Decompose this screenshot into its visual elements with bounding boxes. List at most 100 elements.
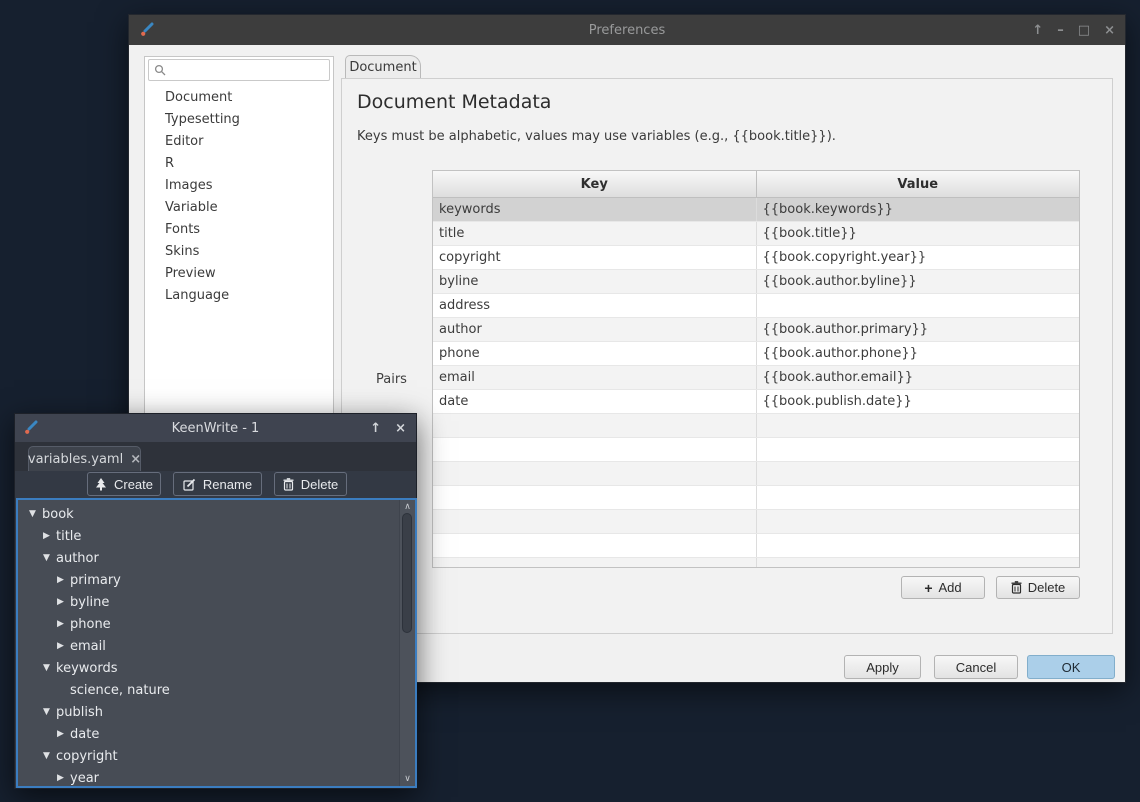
value-cell[interactable] [757, 294, 1080, 317]
table-row-empty[interactable] [433, 414, 1079, 438]
chevron-expanded-icon[interactable]: ▼ [43, 553, 56, 563]
table-row-email[interactable]: email{{book.author.email}} [433, 366, 1079, 390]
chevron-expanded-icon[interactable]: ▼ [43, 751, 56, 761]
close-icon[interactable]: × [395, 421, 406, 436]
key-cell[interactable]: copyright [433, 246, 757, 269]
maximize-icon[interactable]: □ [1078, 24, 1090, 37]
table-row-address[interactable]: address [433, 294, 1079, 318]
value-cell[interactable]: {{book.author.primary}} [757, 318, 1080, 341]
value-cell[interactable]: {{book.author.email}} [757, 366, 1080, 389]
table-row-empty[interactable] [433, 438, 1079, 462]
tree-item-email[interactable]: ▶email [18, 635, 399, 657]
tab-variables-yaml[interactable]: variables.yaml × [28, 446, 141, 471]
key-cell[interactable]: date [433, 390, 757, 413]
rename-button[interactable]: Rename [173, 472, 262, 496]
sidebar-item-language[interactable]: Language [145, 285, 333, 307]
cancel-button[interactable]: Cancel [934, 655, 1018, 679]
value-cell[interactable]: {{book.author.phone}} [757, 342, 1080, 365]
close-icon[interactable]: × [1104, 24, 1115, 37]
sidebar-item-editor[interactable]: Editor [145, 131, 333, 153]
keenwrite-titlebar[interactable]: KeenWrite - 1 ↑ × [15, 414, 416, 442]
scroll-down-icon[interactable]: ∨ [400, 774, 415, 784]
table-row-author[interactable]: author{{book.author.primary}} [433, 318, 1079, 342]
key-cell[interactable] [433, 438, 757, 461]
tree-item-title[interactable]: ▶title [18, 525, 399, 547]
tree-item-byline[interactable]: ▶byline [18, 591, 399, 613]
chevron-collapsed-icon[interactable]: ▶ [57, 597, 70, 607]
value-cell[interactable] [757, 534, 1080, 557]
table-row-empty[interactable] [433, 486, 1079, 510]
chevron-collapsed-icon[interactable]: ▶ [57, 619, 70, 629]
table-row-title[interactable]: title{{book.title}} [433, 222, 1079, 246]
chevron-collapsed-icon[interactable]: ▶ [57, 773, 70, 783]
value-cell[interactable] [757, 558, 1080, 568]
chevron-collapsed-icon[interactable]: ▶ [57, 641, 70, 651]
chevron-collapsed-icon[interactable]: ▶ [43, 531, 56, 541]
create-button[interactable]: Create [87, 472, 161, 496]
sidebar-item-variable[interactable]: Variable [145, 197, 333, 219]
sidebar-item-images[interactable]: Images [145, 175, 333, 197]
keep-above-icon[interactable]: ↑ [1032, 24, 1043, 37]
key-cell[interactable]: title [433, 222, 757, 245]
chevron-expanded-icon[interactable]: ▼ [43, 707, 56, 717]
value-cell[interactable]: {{book.keywords}} [757, 198, 1080, 221]
table-row-empty[interactable] [433, 462, 1079, 486]
tab-document[interactable]: Document [345, 55, 421, 78]
key-cell[interactable]: author [433, 318, 757, 341]
column-header-key[interactable]: Key [433, 171, 757, 197]
preferences-titlebar[interactable]: Preferences ↑ – □ × [129, 15, 1125, 45]
sidebar-item-document[interactable]: Document [145, 87, 333, 109]
key-cell[interactable]: keywords [433, 198, 757, 221]
minimize-icon[interactable]: – [1057, 24, 1064, 37]
value-cell[interactable] [757, 510, 1080, 533]
column-header-value[interactable]: Value [757, 171, 1080, 197]
table-row-keywords[interactable]: keywords{{book.keywords}} [433, 198, 1079, 222]
sidebar-item-typesetting[interactable]: Typesetting [145, 109, 333, 131]
delete-button[interactable]: Delete [996, 576, 1080, 599]
tree-item-year[interactable]: ▶year [18, 767, 399, 788]
key-cell[interactable]: byline [433, 270, 757, 293]
chevron-collapsed-icon[interactable]: ▶ [57, 729, 70, 739]
key-cell[interactable] [433, 486, 757, 509]
chevron-collapsed-icon[interactable]: ▶ [57, 575, 70, 585]
table-row-copyright[interactable]: copyright{{book.copyright.year}} [433, 246, 1079, 270]
tree-item-keywords[interactable]: ▼keywords [18, 657, 399, 679]
ok-button[interactable]: OK [1027, 655, 1115, 679]
value-cell[interactable]: {{book.copyright.year}} [757, 246, 1080, 269]
table-row-empty[interactable] [433, 558, 1079, 568]
table-row-phone[interactable]: phone{{book.author.phone}} [433, 342, 1079, 366]
key-cell[interactable] [433, 534, 757, 557]
key-cell[interactable] [433, 558, 757, 568]
value-cell[interactable]: {{book.publish.date}} [757, 390, 1080, 413]
value-cell[interactable] [757, 438, 1080, 461]
tree-item-primary[interactable]: ▶primary [18, 569, 399, 591]
search-input[interactable] [148, 59, 330, 81]
key-cell[interactable] [433, 414, 757, 437]
tab-close-icon[interactable]: × [130, 452, 141, 467]
table-row-date[interactable]: date{{book.publish.date}} [433, 390, 1079, 414]
sidebar-item-skins[interactable]: Skins [145, 241, 333, 263]
value-cell[interactable] [757, 486, 1080, 509]
sidebar-item-preview[interactable]: Preview [145, 263, 333, 285]
scrollbar-thumb[interactable] [402, 513, 412, 633]
tree-item-copyright[interactable]: ▼copyright [18, 745, 399, 767]
chevron-expanded-icon[interactable]: ▼ [29, 509, 42, 519]
chevron-expanded-icon[interactable]: ▼ [43, 663, 56, 673]
delete-button[interactable]: Delete [274, 472, 347, 496]
keep-above-icon[interactable]: ↑ [370, 421, 381, 436]
key-cell[interactable]: email [433, 366, 757, 389]
table-row-byline[interactable]: byline{{book.author.byline}} [433, 270, 1079, 294]
tree-item-science-nature[interactable]: science, nature [18, 679, 399, 701]
table-row-empty[interactable] [433, 510, 1079, 534]
value-cell[interactable]: {{book.author.byline}} [757, 270, 1080, 293]
tree-item-publish[interactable]: ▼publish [18, 701, 399, 723]
value-cell[interactable]: {{book.title}} [757, 222, 1080, 245]
add-button[interactable]: + Add [901, 576, 985, 599]
apply-button[interactable]: Apply [844, 655, 921, 679]
key-cell[interactable] [433, 510, 757, 533]
tree-item-book[interactable]: ▼book [18, 503, 399, 525]
sidebar-item-r[interactable]: R [145, 153, 333, 175]
table-row-empty[interactable] [433, 534, 1079, 558]
scroll-up-icon[interactable]: ∧ [400, 502, 415, 512]
tree-item-author[interactable]: ▼author [18, 547, 399, 569]
